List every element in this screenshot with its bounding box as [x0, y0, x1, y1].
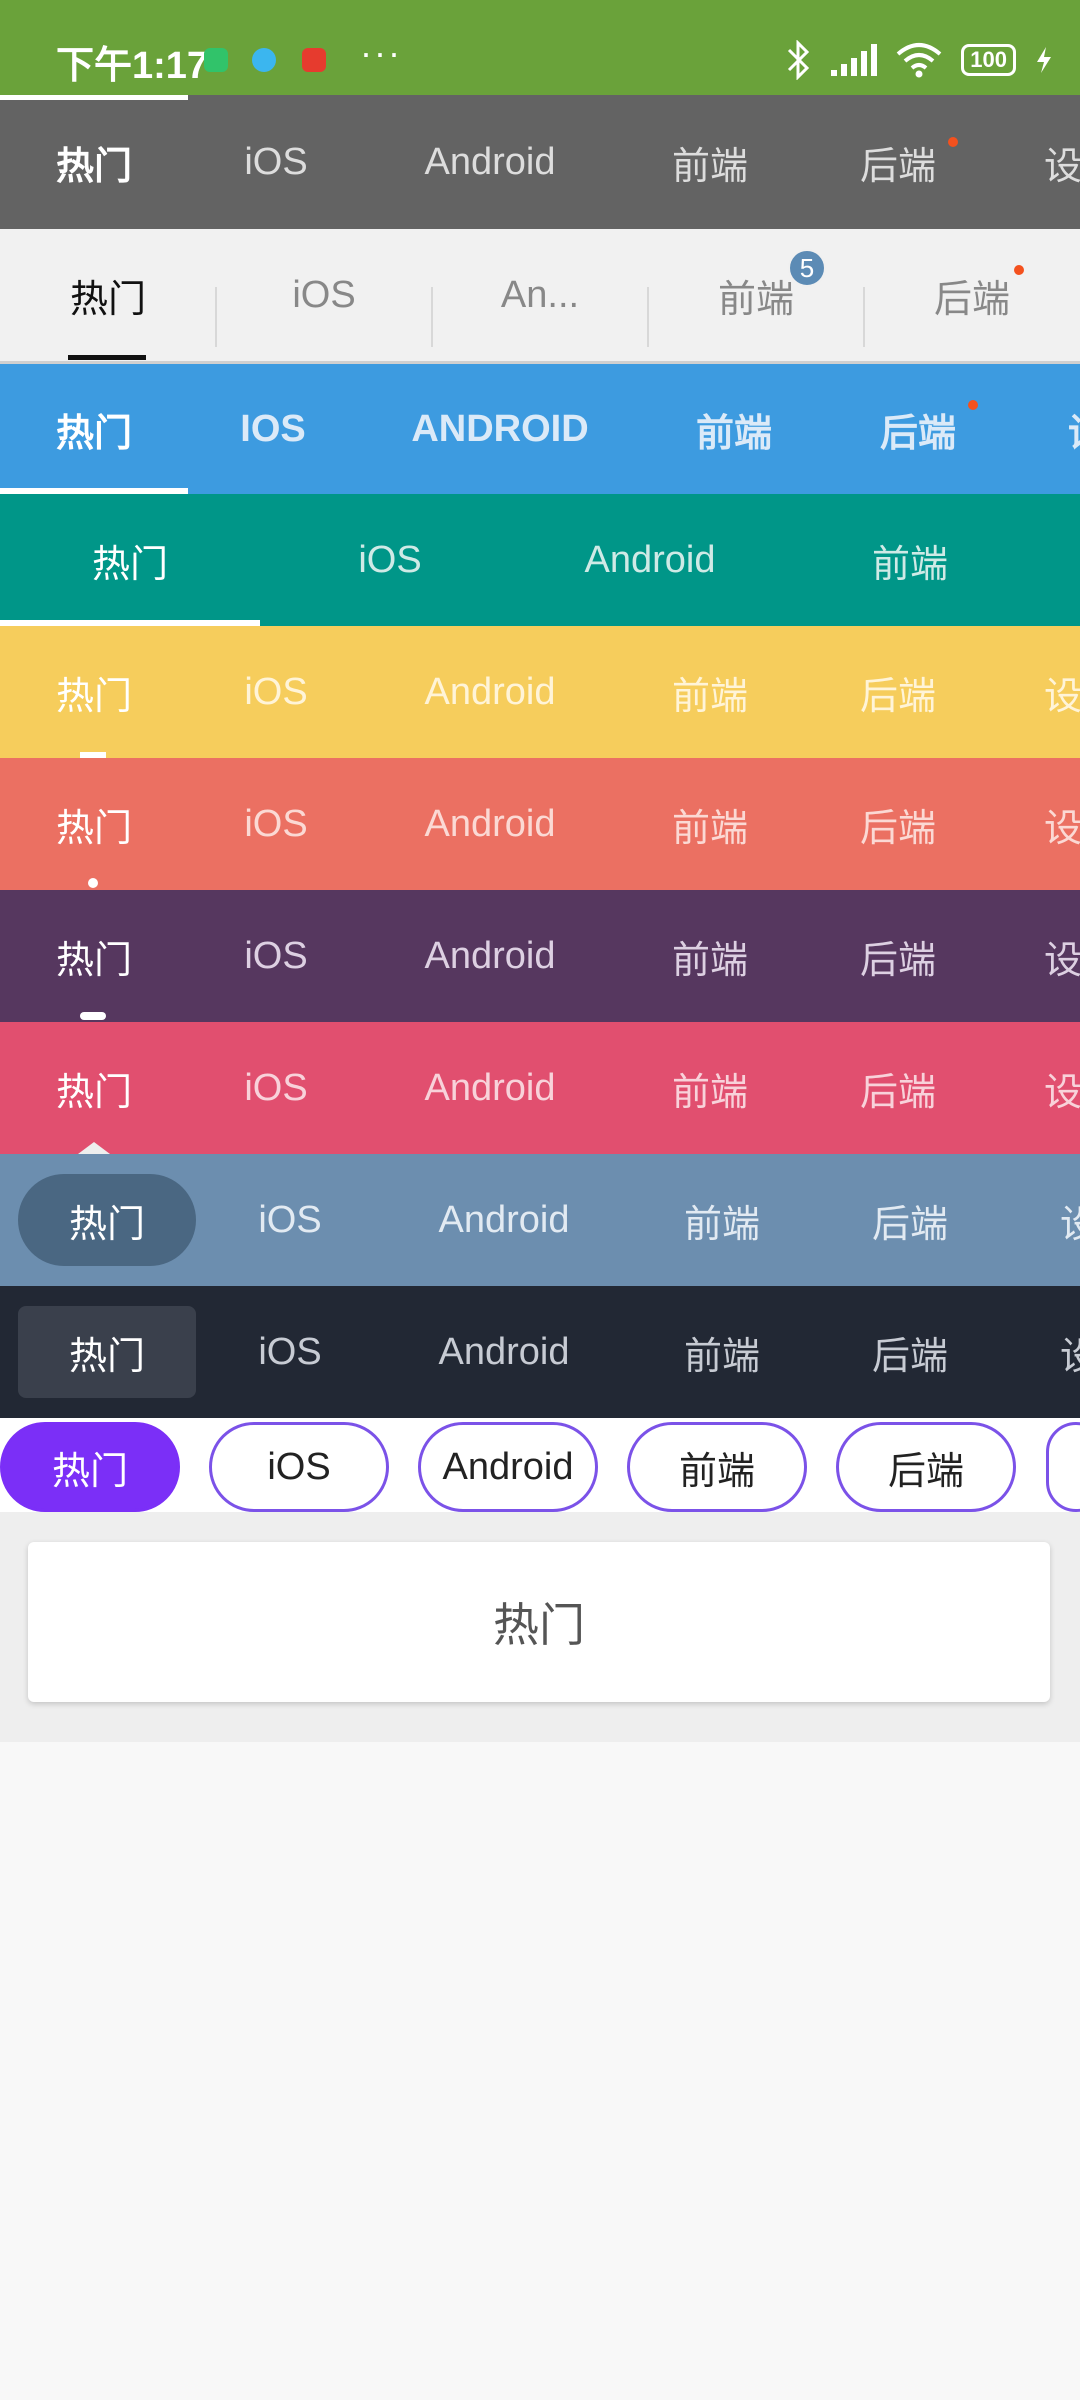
tab-backend[interactable]: 后端: [804, 95, 992, 229]
status-bar: 下午1:17 ··· 100: [0, 0, 1080, 95]
tab-android[interactable]: Android: [374, 1286, 634, 1418]
tab-bar-dark: 热门 iOS Android 前端 后端 设: [0, 1286, 1080, 1418]
tab-indicator: [80, 1012, 106, 1020]
tab-frontend[interactable]: 前端: [616, 1022, 804, 1154]
unread-dot: [948, 137, 958, 147]
chip-android[interactable]: Android: [418, 1422, 598, 1512]
tab-hot[interactable]: 热门: [0, 890, 188, 1022]
battery-level: 100: [970, 47, 1007, 72]
tab-frontend[interactable]: 前端: [634, 1154, 810, 1286]
notification-badge: 5: [788, 249, 826, 287]
chip-settings[interactable]: [1046, 1422, 1080, 1512]
tab-hot[interactable]: 热门: [0, 1022, 188, 1154]
tab-bar-salmon: 热门 iOS Android 前端 后端 设: [0, 758, 1080, 890]
tab-ios[interactable]: IOS: [188, 364, 358, 494]
tab-android[interactable]: ANDROID: [358, 364, 642, 494]
tab-ios[interactable]: iOS: [216, 229, 432, 361]
tab-settings[interactable]: 设: [1068, 364, 1080, 494]
tab-backend[interactable]: 后端: [804, 1022, 992, 1154]
tab-settings[interactable]: 设: [1044, 626, 1080, 758]
tab-bar-purple: 热门 iOS Android 前端 后端 设: [0, 890, 1080, 1022]
battery-icon: 100: [961, 44, 1016, 76]
tab-frontend[interactable]: 前端: [780, 494, 1040, 626]
browser-app-icon: [252, 48, 276, 72]
tab-backend[interactable]: 后端: [804, 758, 992, 890]
tab-indicator: [68, 355, 146, 360]
tab-android[interactable]: Android: [364, 95, 616, 229]
tab-hot[interactable]: 热门: [0, 626, 188, 758]
community-app-icon: [302, 48, 326, 72]
tab-hot[interactable]: 热门: [0, 494, 260, 626]
tab-android[interactable]: Android: [374, 1154, 634, 1286]
tab-settings[interactable]: 设: [1060, 1286, 1080, 1418]
tab-hot[interactable]: 热门: [18, 1154, 196, 1286]
tab-settings[interactable]: 设: [1044, 1022, 1080, 1154]
chip-frontend[interactable]: 前端: [627, 1422, 807, 1512]
wifi-icon: [896, 43, 942, 78]
tab-backend[interactable]: 后端: [804, 626, 992, 758]
tab-backend[interactable]: 后端: [864, 229, 1080, 361]
chip-ios[interactable]: iOS: [209, 1422, 389, 1512]
tab-ios[interactable]: iOS: [188, 626, 364, 758]
tab-ios[interactable]: iOS: [206, 1154, 374, 1286]
chip-hot[interactable]: 热门: [0, 1422, 180, 1512]
tab-android[interactable]: An...: [432, 229, 648, 361]
content-card: 热门: [28, 1542, 1050, 1702]
tab-backend[interactable]: 后端: [826, 364, 1010, 494]
tab-android[interactable]: Android: [364, 890, 616, 1022]
tab-ios[interactable]: iOS: [188, 758, 364, 890]
tab-android[interactable]: Android: [520, 494, 780, 626]
tab-android[interactable]: Android: [364, 626, 616, 758]
chip-tab-bar: 热门 iOS Android 前端 后端: [0, 1418, 1080, 1514]
tab-bar-yellow: 热门 iOS Android 前端 后端 设: [0, 626, 1080, 758]
tab-indicator-dot: [88, 878, 98, 888]
tab-bar-steel: 热门 iOS Android 前端 后端 设: [0, 1154, 1080, 1286]
tab-hot[interactable]: 热门: [18, 1286, 196, 1418]
tab-frontend[interactable]: 前端: [648, 229, 864, 361]
unread-dot: [1014, 265, 1024, 275]
tab-bar-teal: 热门 iOS Android 前端: [0, 494, 1080, 626]
android-app-icon: [204, 48, 228, 72]
content-area: 热门: [0, 1512, 1080, 1742]
tab-backend[interactable]: 后端: [818, 1286, 1002, 1418]
tab-settings[interactable]: 设: [1060, 1154, 1080, 1286]
tab-hot[interactable]: 热门: [0, 95, 188, 229]
tab-frontend[interactable]: 前端: [634, 1286, 810, 1418]
tab-ios[interactable]: iOS: [260, 494, 520, 626]
tab-bar-gray: 热门 iOS Android 前端 后端 设: [0, 95, 1080, 229]
tab-hot[interactable]: 热门: [0, 229, 216, 361]
unread-dot: [968, 400, 978, 410]
tab-android[interactable]: Android: [364, 1022, 616, 1154]
tab-frontend[interactable]: 前端: [616, 758, 804, 890]
tab-indicator-triangle: [78, 1142, 110, 1154]
tab-settings[interactable]: 设: [1044, 758, 1080, 890]
status-time: 下午1:17: [56, 45, 209, 87]
bluetooth-icon: [788, 40, 810, 80]
tab-bar-pink: 热门 iOS Android 前端 后端 设: [0, 1022, 1080, 1154]
content-title: 热门: [493, 1599, 585, 1651]
tab-hot[interactable]: 热门: [0, 758, 188, 890]
tab-frontend[interactable]: 前端: [616, 890, 804, 1022]
tab-backend[interactable]: 后端: [804, 890, 992, 1022]
tab-ios[interactable]: iOS: [188, 95, 364, 229]
tab-ios[interactable]: iOS: [188, 890, 364, 1022]
tab-settings[interactable]: 设: [1044, 95, 1080, 229]
tab-ios[interactable]: iOS: [206, 1286, 374, 1418]
tab-backend[interactable]: 后端: [818, 1154, 1002, 1286]
tab-android[interactable]: Android: [364, 758, 616, 890]
tab-frontend[interactable]: 前端: [616, 95, 804, 229]
more-notifications-icon: ···: [360, 32, 402, 73]
tab-ios[interactable]: iOS: [188, 1022, 364, 1154]
chip-backend[interactable]: 后端: [836, 1422, 1016, 1512]
tab-settings[interactable]: 设: [1044, 890, 1080, 1022]
signal-icon: [831, 44, 878, 76]
tab-hot[interactable]: 热门: [0, 364, 188, 494]
tab-bar-light: 热门 iOS An... 前端 5 后端: [0, 229, 1080, 364]
tab-frontend[interactable]: 前端: [616, 626, 804, 758]
tab-bar-blue: 热门 IOS ANDROID 前端 后端 设: [0, 364, 1080, 494]
charging-icon: [1037, 47, 1051, 73]
tab-frontend[interactable]: 前端: [642, 364, 826, 494]
